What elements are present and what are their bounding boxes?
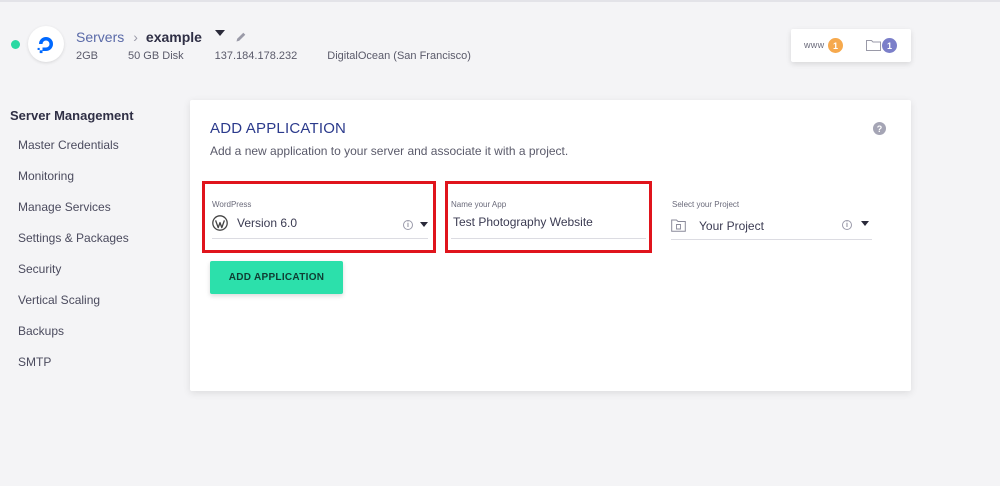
server-provider: DigitalOcean (San Francisco) xyxy=(327,50,471,62)
app-select-label: WordPress xyxy=(212,200,252,209)
add-application-card: ADD APPLICATION Add a new application to… xyxy=(190,100,911,391)
app-select-value[interactable]: Version 6.0 xyxy=(237,216,297,230)
project-select-caret-icon[interactable] xyxy=(861,221,869,226)
sidebar-item-vertical-scaling[interactable]: Vertical Scaling xyxy=(18,293,100,307)
projects-count-badge: 1 xyxy=(882,38,897,53)
app-select-caret-icon[interactable] xyxy=(420,222,428,227)
app-name-input[interactable]: Test Photography Website xyxy=(453,215,593,229)
sidebar-title: Server Management xyxy=(10,108,134,123)
folder-icon[interactable] xyxy=(866,39,881,51)
project-folder-icon xyxy=(671,219,686,232)
card-subtitle: Add a new application to your server and… xyxy=(210,144,569,158)
project-select-label: Select your Project xyxy=(672,200,740,209)
www-apps-label[interactable]: www xyxy=(804,40,824,50)
breadcrumb-server-name: example xyxy=(145,29,202,45)
server-counters: www 1 1 xyxy=(791,29,911,62)
server-status-indicator xyxy=(11,40,20,49)
digitalocean-logo-icon xyxy=(37,37,53,54)
wordpress-icon xyxy=(212,215,228,231)
server-disk: 50 GB Disk xyxy=(128,50,184,62)
sidebar-item-security[interactable]: Security xyxy=(18,262,61,276)
server-ip: 137.184.178.232 xyxy=(214,50,298,62)
app-version-info-icon[interactable]: i xyxy=(403,220,413,230)
digitalocean-logo xyxy=(28,26,64,62)
project-info-icon[interactable]: i xyxy=(842,220,852,230)
breadcrumb-servers-link[interactable]: Servers xyxy=(76,29,124,45)
sidebar-item-backups[interactable]: Backups xyxy=(18,324,64,338)
add-application-button[interactable]: ADD APPLICATION xyxy=(210,261,343,294)
sidebar-item-settings-packages[interactable]: Settings & Packages xyxy=(18,231,129,245)
sidebar-item-smtp[interactable]: SMTP xyxy=(18,355,51,369)
app-name-underline xyxy=(451,238,646,239)
project-select-value[interactable]: Your Project xyxy=(699,219,764,233)
chevron-right-icon: › xyxy=(133,29,138,45)
sidebar-item-manage-services[interactable]: Manage Services xyxy=(18,200,111,214)
sidebar-item-monitoring[interactable]: Monitoring xyxy=(18,169,74,183)
app-name-label: Name your App xyxy=(451,200,507,209)
app-select-underline xyxy=(212,238,428,239)
card-title: ADD APPLICATION xyxy=(210,120,347,137)
server-ram: 2GB xyxy=(76,50,99,62)
server-switcher-caret-icon[interactable] xyxy=(214,30,225,36)
help-icon[interactable]: ? xyxy=(873,122,886,135)
server-meta: 2GB 50 GB Disk 137.184.178.232 DigitalOc… xyxy=(76,50,501,62)
project-select-underline xyxy=(671,239,872,240)
top-border xyxy=(0,0,1000,2)
breadcrumb: Servers › example xyxy=(76,29,247,45)
sidebar-item-master-credentials[interactable]: Master Credentials xyxy=(18,138,119,152)
edit-pencil-icon[interactable] xyxy=(235,31,247,43)
apps-count-badge: 1 xyxy=(828,38,843,53)
